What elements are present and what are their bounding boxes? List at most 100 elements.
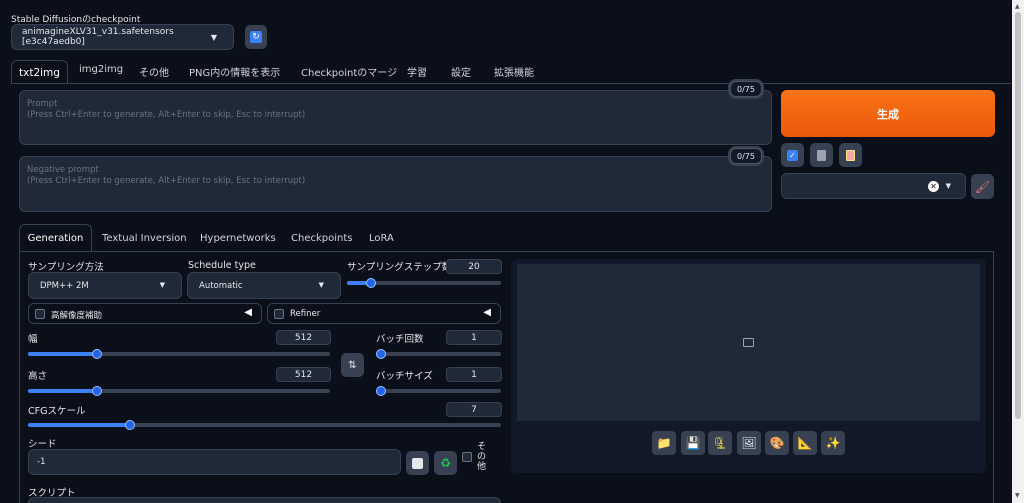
checkpoint-value: animagineXLV31_v31.safetensors [e3c47aed…: [22, 27, 174, 47]
edit-styles-button[interactable]: 🖌: [971, 174, 994, 199]
tab-train[interactable]: 学習: [407, 64, 427, 79]
styles-clipboard-button[interactable]: [839, 143, 862, 167]
seed-extra-checkbox[interactable]: [462, 452, 472, 462]
scrollbar-down-arrow[interactable]: ▼: [1015, 492, 1020, 499]
hires-fix-label: 高解像度補助: [51, 311, 103, 321]
sampling-method-select[interactable]: DPM++ 2M ▼: [28, 272, 182, 299]
triangle-left-icon: ◀: [483, 307, 491, 318]
palette-icon: 🎨: [769, 436, 785, 450]
cfg-scale-slider[interactable]: [28, 420, 501, 430]
seed-label: シード: [28, 439, 57, 450]
reuse-seed-button[interactable]: ♻: [434, 451, 457, 475]
tab-img2img[interactable]: img2img: [79, 64, 123, 75]
tab-other[interactable]: その他: [139, 64, 169, 79]
subtab-textual-inversion[interactable]: Textual Inversion: [102, 233, 187, 244]
refresh-checkpoint-button[interactable]: ↻: [245, 25, 267, 49]
subtab-generation[interactable]: Generation: [19, 224, 92, 252]
clipboard-icon: [846, 149, 855, 161]
width-label: 幅: [28, 334, 38, 345]
hires-fix-checkbox[interactable]: [35, 309, 45, 319]
tab-checkpoint-merge[interactable]: Checkpointのマージ: [301, 64, 397, 79]
swap-arrows-icon: ⇅: [348, 359, 357, 371]
refresh-icon: ↻: [250, 31, 262, 43]
sampling-steps-input[interactable]: 20: [446, 259, 502, 274]
batch-size-input[interactable]: 1: [446, 367, 502, 382]
arrow-check-icon: ✓: [787, 149, 798, 161]
floppy-disk-icon: 💾: [685, 436, 701, 450]
refiner-label: Refiner: [290, 309, 321, 319]
chevron-down-icon: ▼: [210, 33, 217, 42]
seed-input[interactable]: -1: [28, 449, 401, 475]
generate-button[interactable]: 生成: [781, 90, 995, 137]
save-zip-button[interactable]: 🗜: [708, 431, 732, 455]
upscale-button[interactable]: ✨: [821, 431, 845, 455]
open-folder-button[interactable]: 📁: [652, 431, 676, 455]
negative-prompt-placeholder-title: Negative prompt: [27, 165, 99, 175]
refiner-accordion[interactable]: Refiner ◀: [267, 303, 501, 324]
subtab-checkpoints[interactable]: Checkpoints: [291, 233, 352, 244]
cfg-scale-input[interactable]: 7: [446, 402, 502, 417]
negative-prompt-textarea[interactable]: Negative prompt (Press Ctrl+Enter to gen…: [19, 156, 772, 212]
negative-prompt-placeholder-hint: (Press Ctrl+Enter to generate, Alt+Enter…: [27, 176, 306, 186]
script-select[interactable]: [28, 497, 501, 503]
chevron-down-icon: ▼: [159, 281, 165, 289]
batch-count-input[interactable]: 1: [446, 330, 502, 345]
swap-dimensions-button[interactable]: ⇅: [341, 353, 364, 377]
triangle-left-icon: ◀: [244, 307, 252, 318]
height-slider[interactable]: [28, 386, 330, 396]
batch-count-label: バッチ回数: [376, 334, 424, 345]
seed-extra-label: その他: [477, 442, 487, 472]
schedule-type-select[interactable]: Automatic ▼: [187, 272, 341, 299]
scrollbar-thumb[interactable]: [1015, 12, 1021, 419]
image-placeholder-icon: [743, 338, 754, 347]
save-button[interactable]: 💾: [681, 431, 705, 455]
prompt-textarea[interactable]: Prompt (Press Ctrl+Enter to generate, Al…: [19, 90, 772, 145]
checkpoint-select[interactable]: animagineXLV31_v31.safetensors [e3c47aed…: [11, 24, 234, 50]
subtab-lora[interactable]: LoRA: [369, 233, 394, 244]
scrollbar-up-arrow[interactable]: ▲: [1015, 3, 1020, 10]
folder-icon: 📁: [656, 436, 672, 450]
dice-icon: [412, 457, 423, 469]
output-image-area: [517, 264, 980, 421]
brush-icon: 🖌: [974, 179, 991, 194]
hires-fix-accordion[interactable]: 高解像度補助 ◀: [28, 303, 262, 324]
refiner-checkbox[interactable]: [274, 309, 284, 319]
page-scrollbar[interactable]: ▲ ▼: [1012, 0, 1024, 503]
picture-icon: 🖼: [741, 436, 757, 450]
prompt-placeholder-title: Prompt: [27, 99, 58, 109]
schedule-type-label: Schedule type: [188, 260, 256, 271]
batch-size-label: バッチサイズ: [376, 371, 433, 382]
tab-settings[interactable]: 設定: [451, 64, 471, 79]
clear-prompt-button[interactable]: [810, 143, 833, 167]
chevron-down-icon: ▼: [945, 182, 951, 190]
send-to-img2img-button[interactable]: 🖼: [737, 431, 761, 455]
sampling-method-label: サンプリング方法: [28, 262, 104, 273]
sampling-steps-slider[interactable]: [347, 278, 501, 288]
zip-icon: 🗜: [712, 436, 728, 450]
clear-icon[interactable]: ✕: [928, 181, 939, 192]
negative-prompt-token-counter: 0/75: [730, 148, 762, 164]
sampling-steps-label: サンプリングステップ数: [347, 262, 452, 273]
width-slider[interactable]: [28, 349, 330, 359]
height-input[interactable]: 512: [276, 367, 331, 382]
tab-txt2img[interactable]: txt2img: [11, 60, 68, 84]
batch-size-slider[interactable]: [376, 386, 501, 396]
random-seed-button[interactable]: [406, 451, 429, 475]
send-to-inpaint-button[interactable]: 🎨: [765, 431, 789, 455]
subtab-hypernetworks[interactable]: Hypernetworks: [200, 233, 276, 244]
tab-png-info[interactable]: PNG内の情報を表示: [189, 64, 280, 79]
sparkles-icon: ✨: [825, 436, 841, 450]
width-input[interactable]: 512: [276, 330, 331, 345]
tabs-divider: [11, 83, 1011, 84]
batch-count-slider[interactable]: [376, 349, 501, 359]
cfg-scale-label: CFGスケール: [28, 406, 86, 417]
styles-dropdown[interactable]: ✕ ▼: [781, 173, 966, 199]
recycle-icon: ♻: [440, 456, 451, 470]
chevron-down-icon: ▼: [318, 281, 324, 289]
trash-icon: [817, 149, 826, 161]
height-label: 高さ: [28, 371, 48, 382]
tab-extensions[interactable]: 拡張機能: [494, 64, 534, 79]
paste-params-button[interactable]: ✓: [781, 143, 804, 167]
send-to-extras-button[interactable]: 📐: [793, 431, 817, 455]
prompt-token-counter: 0/75: [730, 81, 762, 97]
